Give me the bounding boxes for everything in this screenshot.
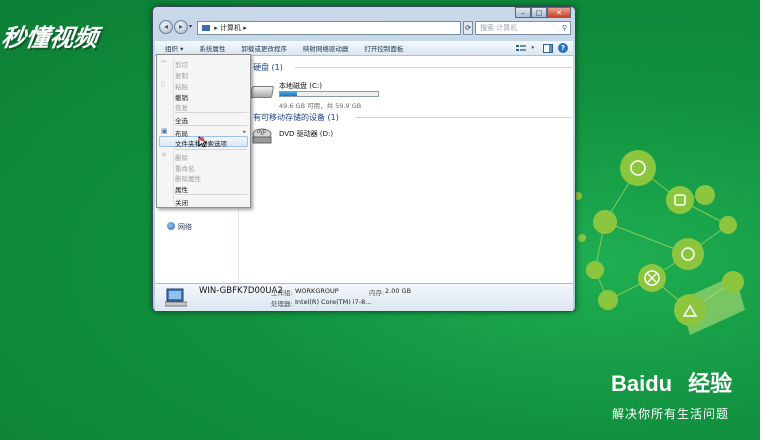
- search-icon: ⚲: [561, 24, 567, 32]
- address-bar[interactable]: ▸ 计算机 ▸: [197, 21, 461, 35]
- minimize-button[interactable]: –: [515, 7, 531, 18]
- group-divider: [295, 67, 571, 68]
- delete-icon: ✕: [161, 151, 167, 159]
- history-dropdown-icon[interactable]: ▾: [189, 23, 192, 30]
- back-button[interactable]: ◂: [159, 20, 173, 34]
- nav-item-network[interactable]: 网络: [167, 222, 192, 232]
- group-header-removable[interactable]: 有可移动存储的设备 (1): [253, 112, 339, 123]
- menu-separator: [175, 149, 247, 150]
- mouse-cursor-icon: [198, 136, 208, 148]
- computer-icon: [202, 25, 210, 31]
- title-bar: ◂ ▸ ▾ ▸ 计算机 ▸ ⟳ 搜索 计算机 ⚲ – □ ✕: [153, 7, 575, 43]
- dvd-icon-label: DVD: [257, 129, 266, 134]
- address-chevron-icon: ▸: [240, 24, 247, 32]
- forward-button[interactable]: ▸: [174, 20, 188, 34]
- group-divider: [355, 117, 571, 118]
- uninstall-button[interactable]: 卸载或更改程序: [233, 43, 295, 53]
- address-text: 计算机: [219, 24, 241, 32]
- menu-item-paste[interactable]: 粘贴: [175, 81, 188, 91]
- menu-item-remove-properties[interactable]: 删除属性: [175, 173, 201, 183]
- menu-item-undo[interactable]: 撤销: [175, 92, 188, 102]
- system-properties-button[interactable]: 系统属性: [191, 43, 233, 53]
- menu-separator: [175, 194, 247, 195]
- cut-icon: ✂: [161, 58, 167, 66]
- menu-item-select-all[interactable]: 全选: [175, 115, 188, 125]
- submenu-arrow-icon: ▸: [243, 129, 246, 135]
- baidu-tagline: 解决你所有生活问题: [612, 407, 730, 421]
- organize-menu: ✂ 剪切 复制 ▯ 粘贴 撤销 恢复 全选 ▣ 布局 ▸ 文件夹和搜索选项 ✕ …: [156, 54, 251, 208]
- organize-button[interactable]: 组织 ▾: [155, 43, 191, 53]
- close-button[interactable]: ✕: [547, 7, 571, 18]
- baidu-logo: Baidu 经验: [611, 371, 733, 396]
- drive-c-usage-fill: [280, 92, 297, 96]
- search-input[interactable]: 搜索 计算机 ⚲: [475, 21, 571, 35]
- maximize-button[interactable]: □: [531, 7, 547, 18]
- menu-item-close[interactable]: 关闭: [175, 197, 188, 207]
- window-controls: – □ ✕: [515, 7, 571, 19]
- computer-icon: [165, 288, 187, 307]
- nav-network-label: 网络: [178, 223, 192, 231]
- refresh-button[interactable]: ⟳: [463, 21, 473, 35]
- workgroup-value: WORKGROUP: [295, 287, 339, 295]
- processor-label: 处理器:: [271, 300, 293, 308]
- menu-item-delete[interactable]: 删除: [175, 152, 188, 162]
- memory-label: 内存:: [369, 289, 385, 297]
- menu-item-redo[interactable]: 恢复: [175, 102, 188, 112]
- details-pane: WIN-GBFK7D00UA2 工作组: WORKGROUP 内存: 2.00 …: [155, 283, 573, 311]
- menu-item-layout[interactable]: 布局: [175, 128, 188, 138]
- view-options-icon[interactable]: [516, 44, 527, 53]
- paste-icon: ▯: [161, 80, 165, 88]
- layout-icon: ▣: [161, 127, 168, 135]
- drive-d-name[interactable]: DVD 驱动器 (D:): [279, 129, 333, 139]
- menu-item-cut[interactable]: 剪切: [175, 59, 188, 69]
- menu-item-properties[interactable]: 属性: [175, 184, 188, 194]
- preview-pane-icon[interactable]: [543, 43, 553, 53]
- dvd-drive-icon: DVD: [252, 128, 272, 144]
- view-dropdown-icon[interactable]: ▾: [531, 45, 534, 51]
- network-icon: [167, 222, 175, 230]
- lightbulb-decoration: [574, 150, 745, 335]
- processor-value: Intel(R) Core(TM) i7-8...: [295, 298, 372, 306]
- map-drive-button[interactable]: 映射网络驱动器: [295, 43, 357, 53]
- menu-item-rename[interactable]: 重命名: [175, 163, 195, 173]
- menu-separator: [175, 125, 247, 126]
- menu-separator: [175, 112, 247, 113]
- watermark-logo: 秒懂视频: [0, 24, 100, 52]
- memory-value: 2.00 GB: [385, 287, 412, 295]
- group-header-hard-disk[interactable]: 硬盘 (1): [253, 62, 283, 73]
- drive-c-usage-bar: [279, 91, 379, 97]
- menu-item-copy[interactable]: 复制: [175, 70, 188, 80]
- drive-c-free-space: 49.6 GB 可用，共 59.9 GB: [279, 102, 362, 110]
- control-panel-button[interactable]: 打开控制面板: [356, 43, 411, 53]
- drive-c-name[interactable]: 本地磁盘 (C:): [279, 81, 322, 91]
- workgroup-label: 工作组:: [271, 289, 293, 297]
- menu-gutter: [173, 57, 174, 205]
- hard-disk-icon: [249, 86, 275, 98]
- help-button[interactable]: ?: [558, 43, 568, 53]
